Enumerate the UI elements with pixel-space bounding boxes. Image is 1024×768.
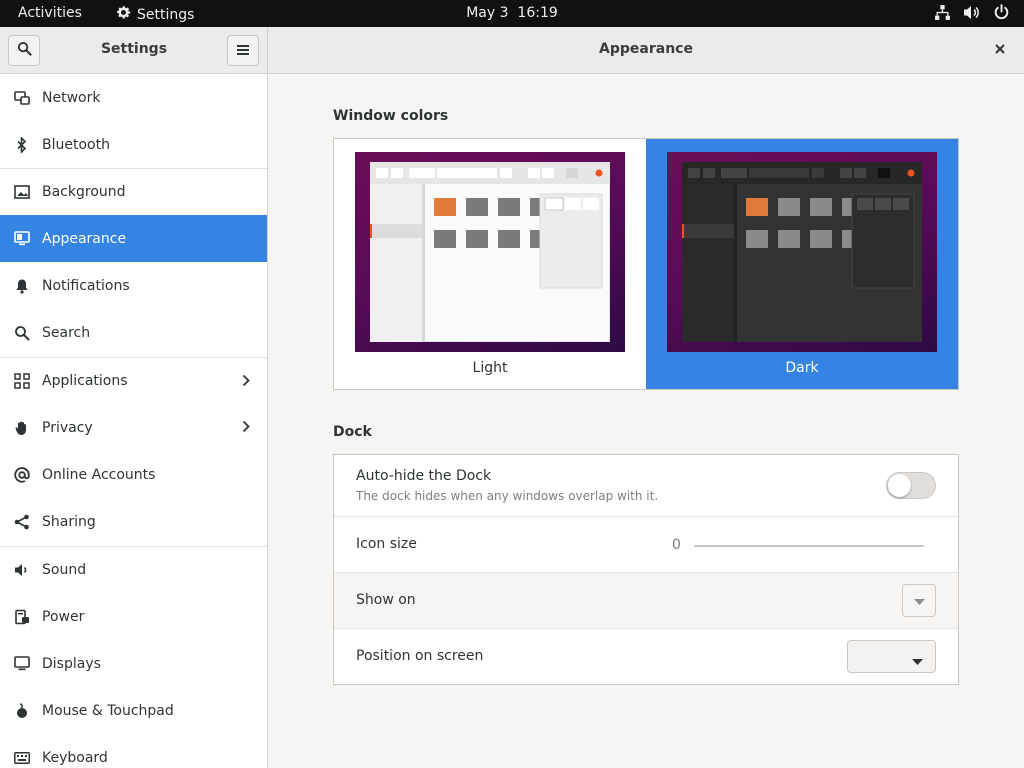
app-name: Settings: [137, 6, 195, 23]
window-colors-heading: Window colors: [333, 108, 449, 124]
chevron-right-icon: [242, 420, 250, 437]
toggle-knob: [888, 474, 911, 497]
show-on-row[interactable]: Show on: [334, 573, 958, 629]
sidebar-item-appearance[interactable]: Appearance: [0, 215, 267, 262]
sidebar-item-power[interactable]: Power: [0, 593, 267, 640]
sidebar-item-label: Background: [42, 184, 126, 200]
sidebar-item-label: Displays: [42, 655, 101, 672]
chevron-down-icon: [913, 593, 925, 609]
sidebar-item-label: Power: [42, 608, 85, 625]
position-label: Position on screen: [356, 648, 484, 664]
theme-label-dark: Dark: [785, 360, 819, 376]
close-icon: [995, 42, 1005, 58]
background-icon: [13, 183, 31, 201]
power-icon: [993, 4, 1010, 21]
speaker-icon: [13, 561, 31, 579]
content-area: Window colors Light Dark Dock Auto-hide …: [268, 74, 1024, 768]
activities-button[interactable]: Activities: [18, 5, 82, 21]
sidebar-item-notifications[interactable]: Notifications: [0, 262, 267, 309]
autohide-label: Auto-hide the Dock: [356, 468, 492, 484]
hand-icon: [13, 419, 31, 437]
sidebar-item-sharing[interactable]: Sharing: [0, 498, 267, 545]
sidebar-item-mouse-touchpad[interactable]: Mouse & Touchpad: [0, 687, 267, 734]
sidebar-item-bluetooth[interactable]: Bluetooth: [0, 121, 267, 168]
sidebar-item-label: Privacy: [42, 419, 93, 436]
show-on-dropdown[interactable]: [902, 584, 936, 617]
dock-settings-list: Auto-hide the Dock The dock hides when a…: [333, 454, 959, 685]
keyboard-icon: [13, 749, 31, 767]
sidebar: Network Bluetooth Background Appearance …: [0, 74, 268, 768]
gear-icon: [115, 4, 132, 25]
autohide-row[interactable]: Auto-hide the Dock The dock hides when a…: [334, 455, 958, 517]
light-theme-preview: [355, 152, 625, 352]
share-icon: [13, 513, 31, 531]
chevron-right-icon: [242, 374, 250, 391]
page-title: Appearance: [599, 41, 693, 57]
sidebar-item-privacy[interactable]: Privacy: [0, 404, 267, 451]
clock-time: 16:19: [517, 5, 558, 21]
sidebar-item-label: Bluetooth: [42, 136, 110, 153]
grid-icon: [13, 372, 31, 390]
theme-option-light[interactable]: Light: [334, 139, 646, 389]
window-colors-selector: Light Dark: [333, 138, 959, 390]
sidebar-item-label: Notifications: [42, 277, 130, 294]
bluetooth-icon: [13, 136, 31, 154]
sidebar-item-label: Appearance: [42, 230, 127, 247]
volume-icon: [963, 4, 981, 21]
sidebar-item-displays[interactable]: Displays: [0, 640, 267, 687]
network-icon: [13, 89, 31, 107]
appearance-icon: [13, 230, 31, 248]
dark-theme-preview: [667, 152, 937, 352]
dock-heading: Dock: [333, 424, 372, 440]
position-row: Position on screen: [334, 629, 958, 685]
content-header: Appearance: [268, 27, 1024, 74]
show-on-label: Show on: [356, 592, 416, 608]
display-icon: [13, 655, 31, 673]
clock-date: May 3: [466, 5, 509, 21]
close-button[interactable]: [990, 40, 1010, 60]
system-status-area[interactable]: [934, 4, 1010, 21]
autohide-description: The dock hides when any windows overlap …: [356, 489, 659, 503]
mouse-icon: [13, 702, 31, 720]
theme-option-dark[interactable]: Dark: [646, 139, 958, 389]
icon-size-value: 0: [672, 537, 681, 553]
sidebar-item-label: Network: [42, 89, 101, 106]
hamburger-icon: [237, 43, 249, 59]
sidebar-item-background[interactable]: Background: [0, 168, 267, 215]
bell-icon: [13, 277, 31, 295]
power-plug-icon: [13, 608, 31, 626]
sidebar-item-online-accounts[interactable]: Online Accounts: [0, 451, 267, 498]
sidebar-item-search[interactable]: Search: [0, 309, 267, 356]
theme-label-light: Light: [472, 360, 508, 376]
sidebar-item-sound[interactable]: Sound: [0, 546, 267, 593]
sidebar-item-label: Applications: [42, 373, 128, 389]
search-icon: [13, 324, 31, 342]
chevron-down-icon: [912, 653, 923, 669]
main-menu-button[interactable]: [227, 35, 259, 66]
top-bar: Activities Settings May 3 16:19: [0, 0, 1024, 27]
position-dropdown[interactable]: [847, 640, 936, 673]
clock[interactable]: May 3 16:19: [466, 5, 558, 21]
sidebar-item-label: Sound: [42, 562, 87, 578]
sidebar-item-label: Keyboard: [42, 749, 108, 766]
sidebar-item-label: Online Accounts: [42, 466, 156, 483]
sidebar-header: Settings: [0, 27, 268, 74]
sidebar-item-label: Mouse & Touchpad: [42, 702, 174, 719]
sidebar-item-label: Sharing: [42, 513, 96, 530]
sidebar-item-label: Search: [42, 324, 91, 341]
icon-size-label: Icon size: [356, 536, 417, 552]
sidebar-item-keyboard[interactable]: Keyboard: [0, 734, 267, 768]
icon-size-slider[interactable]: [694, 545, 924, 547]
icon-size-row: Icon size 0: [334, 517, 958, 573]
sidebar-item-network[interactable]: Network: [0, 74, 267, 121]
app-menu[interactable]: Settings: [115, 4, 194, 25]
sidebar-item-applications[interactable]: Applications: [0, 357, 267, 404]
network-wired-icon: [934, 4, 951, 21]
autohide-toggle[interactable]: [886, 472, 936, 499]
at-icon: [13, 466, 31, 484]
